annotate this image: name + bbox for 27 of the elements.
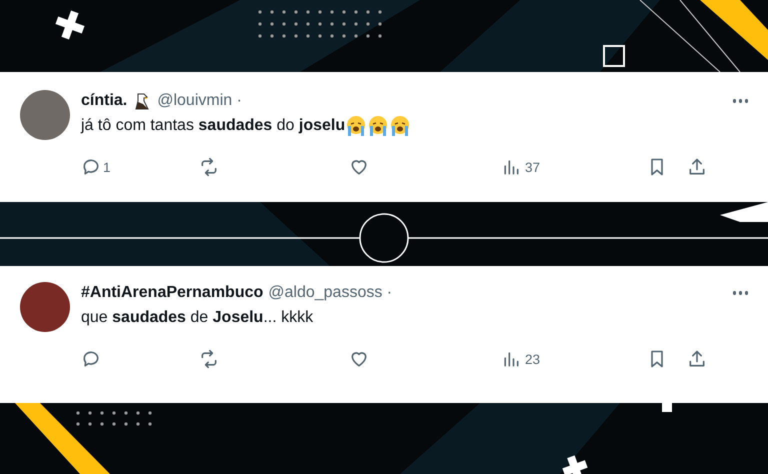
username[interactable]: @aldo_passoss ·	[268, 284, 392, 302]
username[interactable]: @louivmin ·	[157, 92, 242, 110]
heart-icon[interactable]	[349, 157, 369, 177]
view-count: 23	[525, 352, 540, 366]
repost-icon[interactable]	[199, 157, 219, 177]
heart-icon[interactable]	[349, 349, 369, 369]
cross-mark	[55, 10, 85, 40]
circle-outline	[359, 213, 409, 263]
view-count: 37	[525, 160, 540, 174]
tweet-text: que saudades de Joselu... kkkk	[81, 309, 314, 327]
avatar-placeholder	[20, 282, 70, 332]
diagonal-stripe	[700, 0, 768, 60]
repost-icon[interactable]	[199, 349, 219, 369]
share-icon[interactable]	[687, 157, 707, 177]
crying-face-icon	[389, 115, 412, 137]
display-name[interactable]: cíntia.	[81, 92, 128, 110]
reply-count: 1	[103, 160, 111, 174]
crying-face-icon	[345, 115, 368, 137]
crying-face-icon	[367, 115, 390, 137]
share-icon[interactable]	[687, 349, 707, 369]
reply-icon[interactable]	[81, 349, 101, 369]
avatar-placeholder	[20, 90, 70, 140]
cross-mark	[562, 455, 588, 474]
reply-icon[interactable]	[81, 157, 101, 177]
tweet-text: já tô com tantas saudades do joselu	[81, 117, 346, 135]
display-name[interactable]: #AntiArenaPernambuco	[81, 284, 264, 302]
square-outline	[603, 45, 625, 67]
